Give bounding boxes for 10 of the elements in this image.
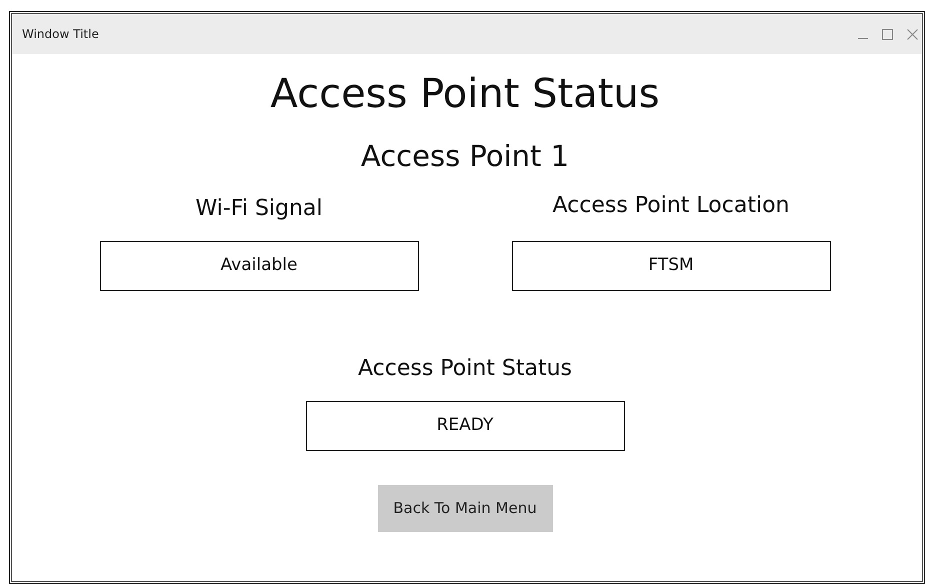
section-heading: Access Point 1 xyxy=(360,142,570,171)
page-heading: Access Point Status xyxy=(270,74,660,114)
field-label: Access Point Location xyxy=(552,195,790,217)
back-button[interactable]: Back To Main Menu xyxy=(378,485,552,532)
value-display: FTSM xyxy=(512,241,830,291)
value-display: Available xyxy=(100,241,418,291)
field-label: Access Point Status xyxy=(358,358,572,380)
window-title: Window Title xyxy=(22,26,99,43)
field-label: Wi-Fi Signal xyxy=(195,198,323,220)
value-display: READY xyxy=(306,401,624,451)
